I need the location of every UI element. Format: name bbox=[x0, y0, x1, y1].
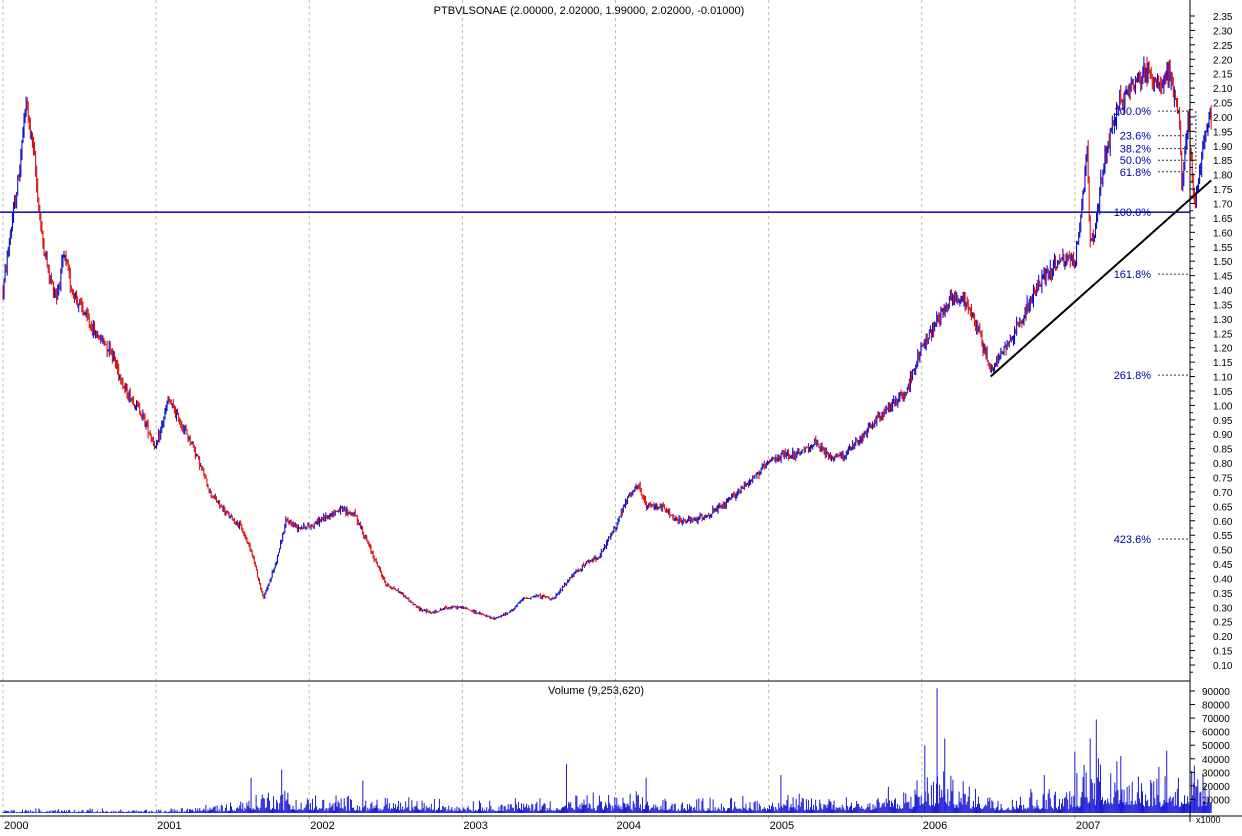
x-tick-label: 2004 bbox=[617, 820, 641, 831]
volume-y-tick-label: 70000 bbox=[1202, 714, 1230, 725]
price-y-tick-label: 2.25 bbox=[1213, 41, 1233, 52]
price-y-tick-label: 0.75 bbox=[1213, 474, 1233, 485]
price-y-tick-label: 2.15 bbox=[1213, 70, 1233, 81]
price-y-tick-label: 0.30 bbox=[1213, 603, 1233, 614]
fib-level-label: 61.8% bbox=[1120, 167, 1151, 179]
volume-y-tick-label: 40000 bbox=[1202, 755, 1230, 766]
price-y-tick-label: 1.55 bbox=[1213, 243, 1233, 254]
price-y-tick-label: 0.20 bbox=[1213, 632, 1233, 643]
x-tick-label: 2002 bbox=[310, 820, 334, 831]
price-y-tick-label: 1.15 bbox=[1213, 358, 1233, 369]
fib-level-label: 38.2% bbox=[1120, 144, 1151, 156]
fib-level-label: 161.8% bbox=[1114, 269, 1152, 281]
price-y-tick-label: 2.00 bbox=[1213, 113, 1233, 124]
price-y-tick-label: 1.45 bbox=[1213, 272, 1233, 283]
price-y-tick-label: 0.15 bbox=[1213, 647, 1233, 658]
price-y-tick-label: 0.90 bbox=[1213, 430, 1233, 441]
price-y-tick-label: 1.40 bbox=[1213, 286, 1233, 297]
volume-y-tick-label: 80000 bbox=[1202, 701, 1230, 712]
price-y-tick-label: 1.00 bbox=[1213, 401, 1233, 412]
price-y-tick-label: 1.70 bbox=[1213, 199, 1233, 210]
volume-y-tick-label: 20000 bbox=[1202, 782, 1230, 793]
price-y-tick-label: 0.60 bbox=[1213, 517, 1233, 528]
price-y-tick-label: 1.35 bbox=[1213, 300, 1233, 311]
price-y-tick-label: 1.75 bbox=[1213, 185, 1233, 196]
price-y-tick-label: 0.25 bbox=[1213, 618, 1233, 629]
x-tick-label: 2003 bbox=[463, 820, 487, 831]
price-y-tick-label: 1.05 bbox=[1213, 387, 1233, 398]
chart-root: 2.35 2.30 2.25 2.20 2.15 2.10 2.05 2.00 1.95 1.90… bbox=[0, 0, 1242, 832]
price-y-tick-label: 1.30 bbox=[1213, 315, 1233, 326]
price-y-tick-label: 1.95 bbox=[1213, 127, 1233, 138]
volume-y-tick-label: 10000 bbox=[1202, 795, 1230, 806]
price-y-tick-label: 1.50 bbox=[1213, 257, 1233, 268]
x-tick-label: 2007 bbox=[1076, 820, 1100, 831]
volume-unit-label: x1000 bbox=[1196, 815, 1221, 825]
price-y-tick-label: 0.50 bbox=[1213, 546, 1233, 557]
price-y-tick-label: 0.65 bbox=[1213, 502, 1233, 513]
price-y-tick-label: 0.40 bbox=[1213, 574, 1233, 585]
volume-y-tick-label: 30000 bbox=[1202, 768, 1230, 779]
price-y-tick-label: 0.85 bbox=[1213, 445, 1233, 456]
price-y-tick-label: 0.80 bbox=[1213, 459, 1233, 470]
price-y-tick-label: 1.85 bbox=[1213, 156, 1233, 167]
x-tick-label: 2000 bbox=[4, 820, 28, 831]
price-y-tick-label: 1.90 bbox=[1213, 142, 1233, 153]
volume-y-tick-label: 90000 bbox=[1202, 687, 1230, 698]
volume-y-tick-label: 50000 bbox=[1202, 741, 1230, 752]
fib-level-label: 50.0% bbox=[1120, 155, 1151, 167]
x-tick-label: 2006 bbox=[923, 820, 947, 831]
price-y-tick-label: 2.05 bbox=[1213, 99, 1233, 110]
price-y-tick-label: 0.55 bbox=[1213, 531, 1233, 542]
price-y-tick-label: 0.95 bbox=[1213, 416, 1233, 427]
price-y-tick-label: 0.45 bbox=[1213, 560, 1233, 571]
volume-chart-title: Volume (9,253,620) bbox=[548, 685, 644, 697]
chart-svg: 2.35 2.30 2.25 2.20 2.15 2.10 2.05 2.00 1.95 1.90… bbox=[0, 0, 1242, 832]
fib-level-label: 100.0% bbox=[1114, 207, 1152, 219]
price-y-tick-label: 2.30 bbox=[1213, 26, 1233, 37]
fib-level-label: 100.0% bbox=[1114, 106, 1152, 118]
price-y-tick-label: 0.70 bbox=[1213, 488, 1233, 499]
x-tick-label: 2005 bbox=[770, 820, 794, 831]
price-y-tick-label: 2.10 bbox=[1213, 84, 1233, 95]
price-y-tick-label: 1.65 bbox=[1213, 214, 1233, 225]
price-y-tick-label: 1.25 bbox=[1213, 329, 1233, 340]
price-y-tick-label: 0.10 bbox=[1213, 661, 1233, 672]
chart-background bbox=[0, 0, 1242, 831]
price-y-tick-label: 2.20 bbox=[1213, 55, 1233, 66]
price-y-tick-label: 0.35 bbox=[1213, 589, 1233, 600]
price-y-tick-label: 2.35 bbox=[1213, 12, 1233, 23]
fib-level-label: 261.8% bbox=[1114, 370, 1152, 382]
fib-level-label: 423.6% bbox=[1114, 534, 1152, 546]
price-y-tick-label: 1.20 bbox=[1213, 344, 1233, 355]
price-y-tick-label: 1.60 bbox=[1213, 228, 1233, 239]
volume-y-tick-label: 60000 bbox=[1202, 728, 1230, 739]
x-tick-label: 2001 bbox=[157, 820, 181, 831]
price-chart-title: PTBVLSONAE (2.00000, 2.02000, 1.99000, 2… bbox=[434, 5, 745, 17]
price-y-tick-label: 1.10 bbox=[1213, 373, 1233, 384]
fib-level-label: 23.6% bbox=[1120, 131, 1151, 143]
price-y-tick-label: 1.80 bbox=[1213, 171, 1233, 182]
